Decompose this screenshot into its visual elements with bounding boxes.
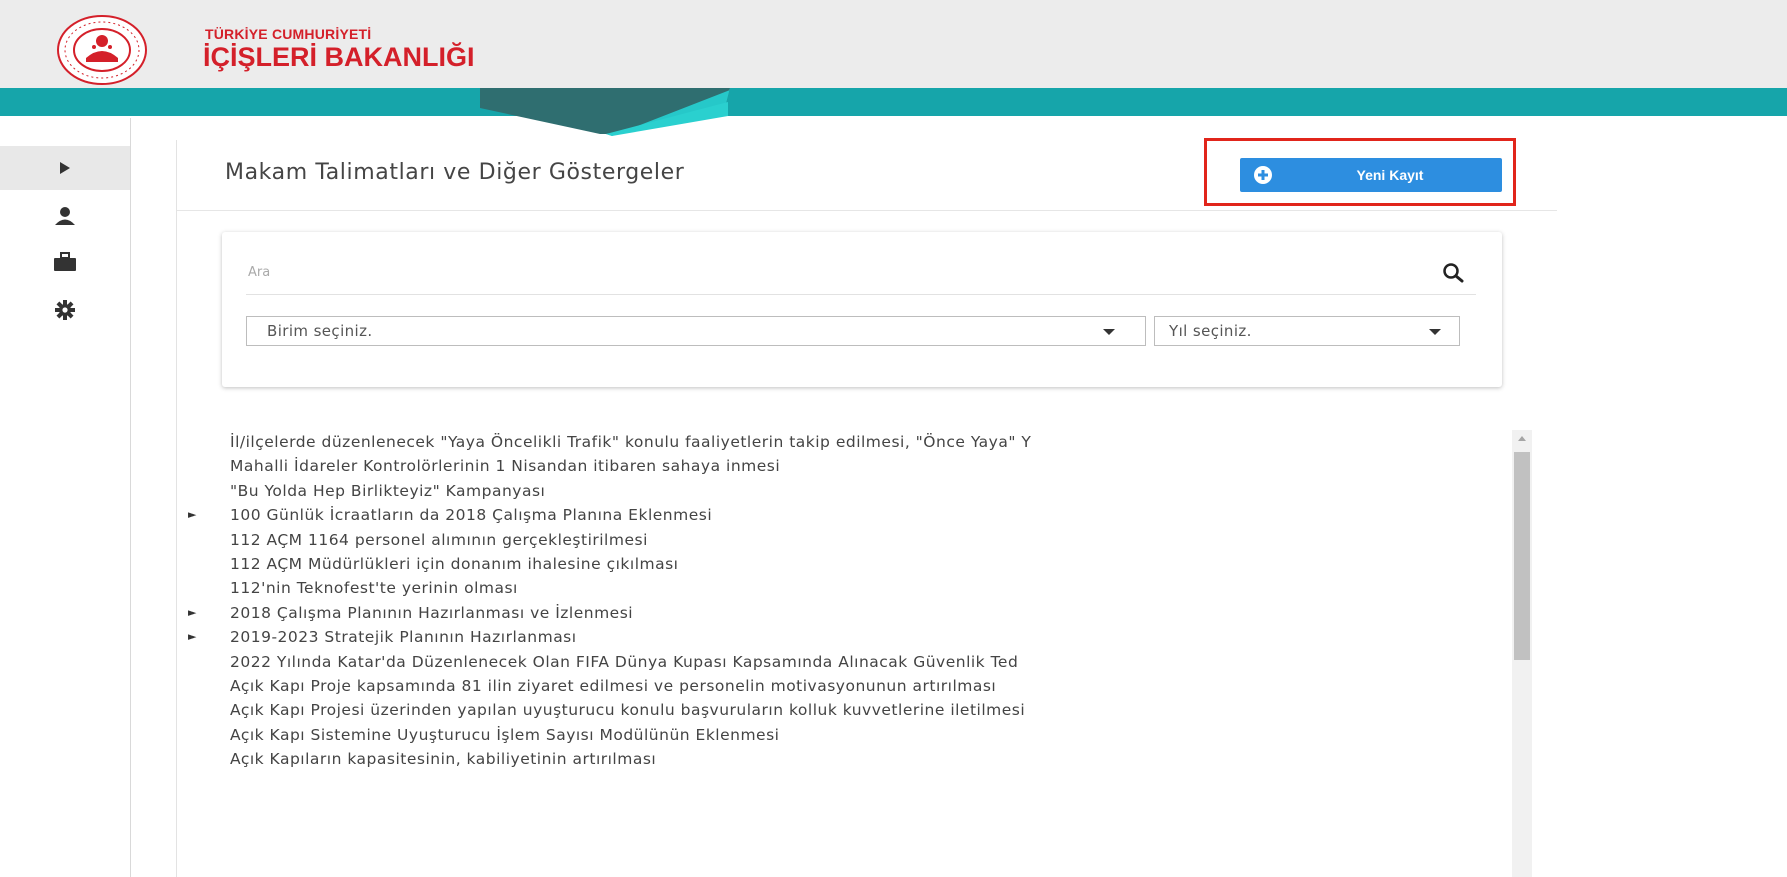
list-item-label: 112 AÇM 1164 personel alımının gerçekleş…: [230, 530, 648, 549]
brand-title: İÇİŞLERİ BAKANLIĞI: [203, 42, 475, 72]
expand-arrow-icon[interactable]: ►: [188, 601, 202, 625]
search-underline: [246, 294, 1476, 295]
list-item[interactable]: "Bu Yolda Hep Birlikteyiz" Kampanyası: [180, 479, 1510, 503]
list-item[interactable]: 112 AÇM Müdürlükleri için donanım ihales…: [180, 552, 1510, 576]
year-select-value: Yıl seçiniz.: [1169, 322, 1252, 340]
list-item[interactable]: 2022 Yılında Katar'da Düzenlenecek Olan …: [180, 650, 1510, 674]
list-item-label: Açık Kapıların kapasitesinin, kabiliyeti…: [230, 750, 657, 769]
scrollbar-thumb[interactable]: [1514, 452, 1530, 660]
list-item-label: 112'nin Teknofest'te yerinin olması: [230, 579, 518, 598]
list-item[interactable]: Açık Kapıların kapasitesinin, kabiliyeti…: [180, 747, 1510, 771]
list-item-label: 2018 Çalışma Planının Hazırlanması ve İz…: [230, 603, 634, 622]
list-item-label: "Bu Yolda Hep Birlikteyiz" Kampanyası: [230, 481, 546, 500]
list-item-label: Açık Kapı Proje kapsamında 81 ilin ziyar…: [230, 676, 997, 695]
search-input[interactable]: [246, 254, 1440, 290]
gear-icon: [55, 300, 75, 320]
plus-circle-icon: [1240, 158, 1286, 192]
list-item-label: Açık Kapı Projesi üzerinden yapılan uyuş…: [230, 701, 1026, 720]
list-item[interactable]: Mahalli İdareler Kontrolörlerinin 1 Nisa…: [180, 454, 1510, 478]
list-item-label: 2019-2023 Stratejik Planının Hazırlanmas…: [230, 628, 577, 647]
list-item[interactable]: ► 2018 Çalışma Planının Hazırlanması ve İ…: [180, 601, 1510, 625]
filter-panel: Birim seçiniz. Yıl seçiniz.: [222, 232, 1502, 387]
list-item[interactable]: Açık Kapı Sistemine Uyuşturucu İşlem Say…: [180, 723, 1510, 747]
new-record-button[interactable]: Yeni Kayıt: [1240, 158, 1502, 192]
ministry-seal-icon[interactable]: [56, 14, 148, 86]
search-icon[interactable]: [1442, 262, 1464, 284]
expand-arrow-icon[interactable]: ►: [188, 625, 202, 649]
chevron-down-icon: [1103, 329, 1115, 335]
sidebar-item-briefcase[interactable]: [0, 240, 130, 284]
sidebar-item-settings[interactable]: [0, 288, 130, 332]
sidebar-item-user[interactable]: [0, 194, 130, 238]
list-item[interactable]: Açık Kapı Proje kapsamında 81 ilin ziyar…: [180, 674, 1510, 698]
page-title: Makam Talimatları ve Diğer Göstergeler: [225, 160, 685, 185]
list-item-label: Mahalli İdareler Kontrolörlerinin 1 Nisa…: [230, 457, 781, 476]
list-item[interactable]: 112'nin Teknofest'te yerinin olması: [180, 576, 1510, 600]
sidebar: [0, 118, 131, 877]
list-item[interactable]: 112 AÇM 1164 personel alımının gerçekleş…: [180, 528, 1510, 552]
list-item[interactable]: Açık Kapı Projesi üzerinden yapılan uyuş…: [180, 698, 1510, 722]
list-item-label: 2022 Yılında Katar'da Düzenlenecek Olan …: [230, 652, 1019, 671]
list-item[interactable]: İl/ilçelerde düzenlenecek "Yaya Öncelikl…: [180, 430, 1510, 454]
chevron-down-icon: [1429, 329, 1441, 335]
list-item-label: 112 AÇM Müdürlükleri için donanım ihales…: [230, 554, 679, 573]
year-select[interactable]: Yıl seçiniz.: [1154, 316, 1460, 346]
app-header: TÜRKİYE CUMHURİYETİ İÇİŞLERİ BAKANLIĞI: [0, 0, 1787, 100]
list-item[interactable]: ► 2019-2023 Stratejik Planının Hazırlanma…: [180, 625, 1510, 649]
briefcase-icon: [54, 252, 76, 271]
scroll-up-arrow-icon[interactable]: [1518, 436, 1526, 441]
list-item-label: Açık Kapı Sistemine Uyuşturucu İşlem Say…: [230, 725, 780, 744]
unit-select-value: Birim seçiniz.: [267, 322, 373, 340]
list-scrollbar[interactable]: [1512, 430, 1532, 877]
sidebar-item-toggle[interactable]: [0, 146, 130, 190]
unit-select[interactable]: Birim seçiniz.: [246, 316, 1146, 346]
brand-subtitle: TÜRKİYE CUMHURİYETİ: [205, 26, 372, 42]
record-list: İl/ilçelerde düzenlenecek "Yaya Öncelikl…: [180, 430, 1510, 877]
list-item-label: 100 Günlük İcraatların da 2018 Çalışma P…: [230, 506, 713, 525]
list-item-label: İl/ilçelerde düzenlenecek "Yaya Öncelikl…: [230, 433, 1032, 451]
caret-right-icon: [60, 162, 70, 174]
user-icon: [55, 207, 75, 225]
list-item[interactable]: ► 100 Günlük İcraatların da 2018 Çalışma …: [180, 503, 1510, 527]
expand-arrow-icon[interactable]: ►: [188, 503, 202, 527]
new-record-label: Yeni Kayıt: [1356, 167, 1424, 183]
